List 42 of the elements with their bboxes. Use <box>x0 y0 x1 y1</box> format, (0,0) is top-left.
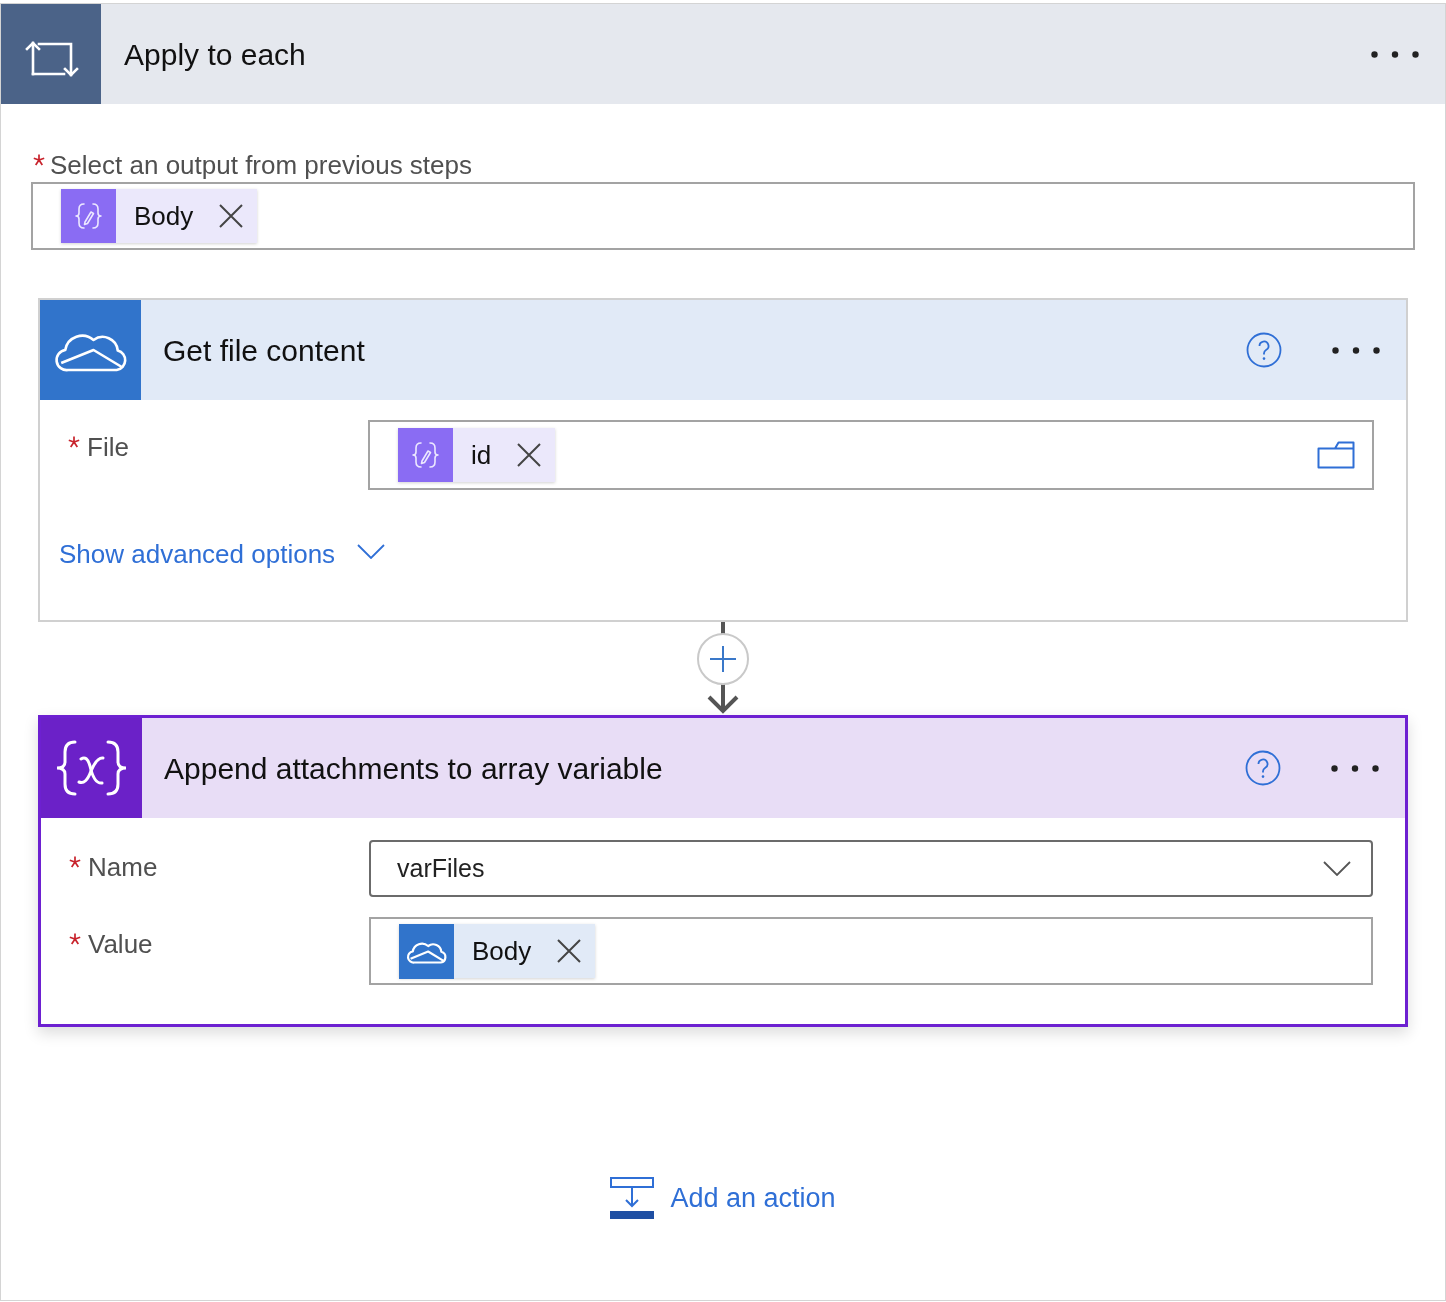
token-chip[interactable]: Body <box>399 924 596 978</box>
token-input-field[interactable]: Body <box>369 917 1373 985</box>
plus-icon <box>710 646 736 672</box>
chevron-down-icon <box>1323 861 1351 876</box>
field-label: Value <box>88 927 153 961</box>
more-icon <box>1332 346 1380 354</box>
cloud-icon <box>399 923 454 979</box>
close-icon <box>219 204 244 228</box>
add-step-button[interactable] <box>697 633 749 685</box>
expression-icon <box>61 189 116 243</box>
action-card[interactable]: Get file content File id Show advanced options <box>38 298 1408 622</box>
field-label: File <box>87 430 129 464</box>
chevron-down-icon <box>357 543 386 559</box>
help-button[interactable] <box>1246 332 1282 368</box>
card-title: Append attachments to array variable <box>164 750 663 787</box>
action-card[interactable]: Append attachments to array variable Name varFiles Value Body <box>38 715 1408 1027</box>
help-button[interactable] <box>1245 750 1281 786</box>
folder-icon <box>1317 441 1355 469</box>
cloud-icon <box>40 300 141 400</box>
card-title: Get file content <box>163 332 365 369</box>
more-icon <box>1371 50 1419 58</box>
field-label: Name <box>88 850 158 884</box>
variable-dropdown[interactable]: varFiles <box>369 840 1373 897</box>
field-label: Select an output from previous steps <box>50 148 472 182</box>
add-action-button[interactable]: Add an action <box>610 1177 836 1219</box>
show-advanced-options-link[interactable]: Show advanced options <box>59 538 386 570</box>
token-input-field[interactable]: id <box>368 420 1374 490</box>
token-chip[interactable]: id <box>398 428 556 482</box>
loop-title: Apply to each <box>124 36 306 73</box>
token-label: Body <box>472 934 532 968</box>
token-chip[interactable]: Body <box>61 189 258 243</box>
close-icon <box>557 939 582 963</box>
variable-icon <box>41 718 142 818</box>
help-icon <box>1245 750 1281 786</box>
token-label: Body <box>134 199 194 233</box>
token-label: id <box>471 438 492 472</box>
token-input-field[interactable]: Body <box>31 182 1415 250</box>
expression-icon <box>398 428 453 482</box>
help-icon <box>1246 332 1282 368</box>
close-icon <box>517 443 542 467</box>
more-icon <box>1331 764 1379 772</box>
insert-arrow-icon <box>610 1177 655 1219</box>
